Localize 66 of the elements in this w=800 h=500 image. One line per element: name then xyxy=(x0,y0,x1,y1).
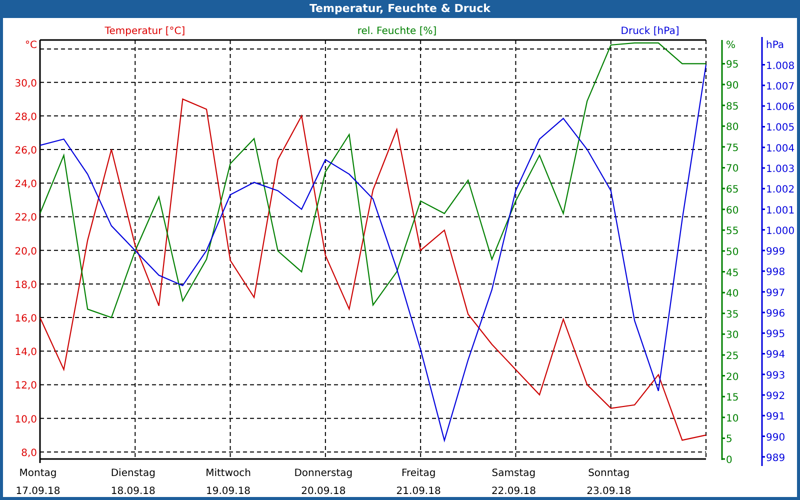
axis-tick-label: 60 xyxy=(726,205,739,216)
axis-tick-label: 997 xyxy=(766,288,786,299)
axis-tick-label: 50 xyxy=(726,246,739,258)
axis-tick-label: 30,0 xyxy=(14,78,37,90)
axis-tick-label: 75 xyxy=(726,142,739,154)
axis-tick-label: 998 xyxy=(766,267,786,278)
axis-tick-label: 25 xyxy=(726,350,739,362)
axis-tick-label: 0 xyxy=(726,455,732,466)
axis-tick-label: 990 xyxy=(766,432,786,444)
axis-tick-label: Freitag 21.09.18 xyxy=(396,468,441,497)
axis-tick-label: 1.000 xyxy=(766,226,795,237)
axis-tick-label: 95 xyxy=(726,60,739,71)
axis-tick-label: 20 xyxy=(726,372,739,383)
axis-tick-label: 65 xyxy=(726,184,739,196)
axis-tick-label: 1.006 xyxy=(766,102,795,114)
axis-tick-label: 999 xyxy=(766,246,786,258)
axis-title: Temperatur [°C] xyxy=(104,26,186,37)
axis-tick-label: 18,0 xyxy=(14,280,37,291)
axis-title: rel. Feuchte [%] xyxy=(357,26,437,37)
axis-tick-label: 80 xyxy=(726,122,739,134)
axis-tick-label: Mittwoch 19.09.18 xyxy=(206,468,251,497)
axis-tick-label: 16,0 xyxy=(14,314,37,325)
axis-tick-label: 70 xyxy=(726,164,739,175)
axis-tick-label: 1.003 xyxy=(766,164,795,175)
axis-tick-label: 1.008 xyxy=(766,60,795,72)
axis-unit: °C xyxy=(25,40,37,51)
axis-tick-label: 26,0 xyxy=(14,146,37,157)
axis-tick-label: Sonntag 23.09.18 xyxy=(586,468,632,497)
axis-tick-label: Dienstag 18.09.18 xyxy=(110,468,156,497)
axis-tick-label: 989 xyxy=(766,452,786,464)
axis-tick-label: Samstag 22.09.18 xyxy=(491,468,536,497)
axis-tick-label: 1.007 xyxy=(766,81,795,92)
axis-tick-label: 35 xyxy=(726,309,739,320)
window-title: Temperatur, Feuchte & Druck xyxy=(3,0,797,18)
axis-tick-label: Montag 17.09.18 xyxy=(16,468,60,497)
axis-tick-label: 1.002 xyxy=(766,184,795,196)
axis-tick-label: 992 xyxy=(766,391,786,402)
axis-tick-label: 90 xyxy=(726,80,739,92)
axis-tick-label: Donnerstag 20.09.18 xyxy=(294,468,353,497)
axis-tick-label: 8,0 xyxy=(21,448,37,459)
axis-tick-label: 993 xyxy=(766,370,786,382)
axis-tick-label: 20,0 xyxy=(14,246,37,258)
axis-tick-label: 1.001 xyxy=(766,205,795,216)
axis-tick-label: 5 xyxy=(726,434,732,446)
axis-tick-label: 14,0 xyxy=(14,347,37,358)
axis-tick-label: 995 xyxy=(766,329,786,340)
axis-tick-label: 10 xyxy=(726,413,739,424)
axis-unit: hPa xyxy=(766,40,784,51)
axis-tick-label: 10,0 xyxy=(14,414,37,426)
axis-tick-label: 85 xyxy=(726,101,739,112)
axis-unit: % xyxy=(726,40,736,51)
axis-tick-label: 30 xyxy=(726,330,739,342)
axis-tick-label: 22,0 xyxy=(14,212,37,224)
axis-tick-label: 1.005 xyxy=(766,122,795,134)
axis-tick-label: 28,0 xyxy=(14,112,37,123)
axis-tick-label: 1.004 xyxy=(766,143,795,154)
axis-title: Druck [hPa] xyxy=(620,26,680,37)
axis-tick-label: 996 xyxy=(766,308,786,320)
axis-tick-label: 40 xyxy=(726,288,739,300)
axis-tick-label: 12,0 xyxy=(14,380,37,392)
axis-tick-label: 991 xyxy=(766,412,786,423)
axis-tick-label: 994 xyxy=(766,350,786,361)
axis-tick-label: 15 xyxy=(726,392,739,404)
axis-tick-label: 55 xyxy=(726,226,739,238)
axis-tick-label: 24,0 xyxy=(14,179,37,190)
axis-tick-label: 45 xyxy=(726,268,739,279)
